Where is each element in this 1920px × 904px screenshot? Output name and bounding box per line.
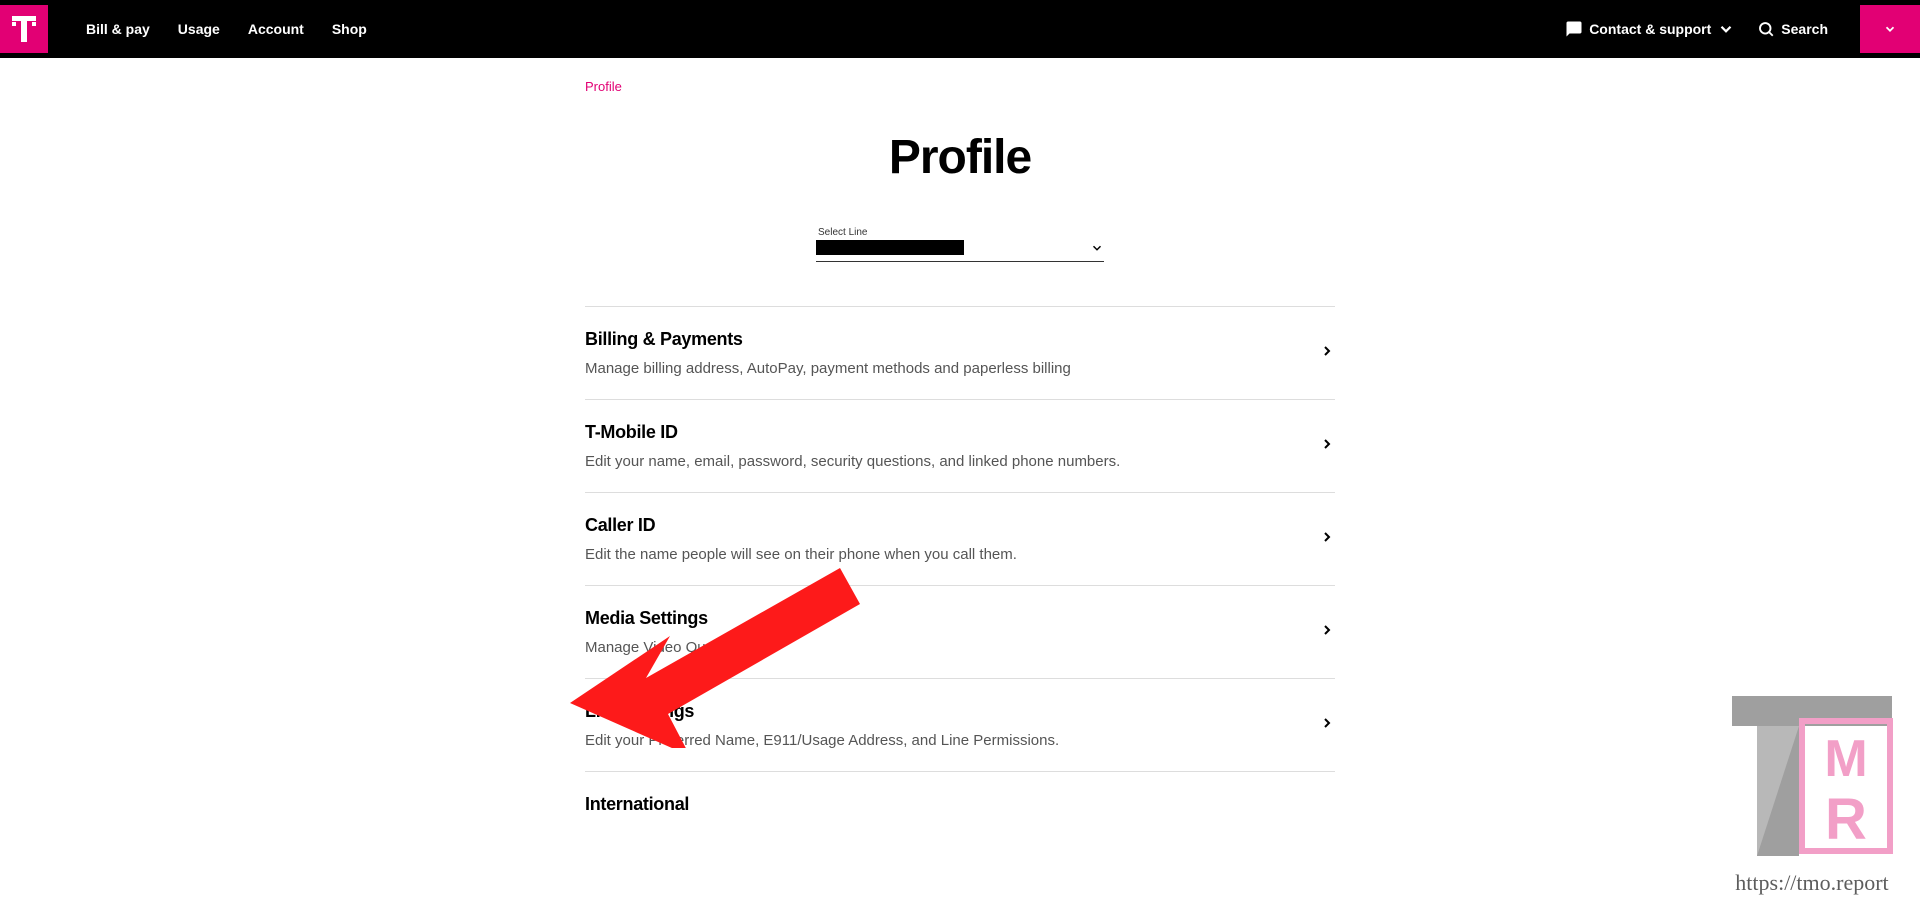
account-menu-button[interactable]	[1860, 5, 1920, 53]
selected-line-value-redacted	[816, 240, 964, 255]
setting-text: Line Settings Edit your Preferred Name, …	[585, 701, 1059, 749]
t-logo-icon	[9, 14, 39, 44]
header-right: Contact & support Search	[1565, 5, 1920, 53]
setting-billing-payments[interactable]: Billing & Payments Manage billing addres…	[585, 306, 1335, 399]
settings-list: Billing & Payments Manage billing addres…	[585, 306, 1335, 847]
setting-text: T-Mobile ID Edit your name, email, passw…	[585, 422, 1120, 470]
select-line-label: Select Line	[818, 227, 1104, 238]
setting-text: International	[585, 794, 689, 825]
nav-links: Bill & pay Usage Account Shop	[86, 21, 367, 37]
setting-title: International	[585, 794, 689, 815]
setting-title: Billing & Payments	[585, 329, 1071, 350]
setting-desc: Manage Video Quality	[585, 639, 732, 656]
chevron-right-icon	[1319, 436, 1335, 457]
contact-label: Contact & support	[1589, 21, 1711, 37]
select-line-dropdown[interactable]	[816, 240, 1104, 262]
setting-text: Media Settings Manage Video Quality	[585, 608, 732, 656]
setting-title: Line Settings	[585, 701, 1059, 722]
setting-title: T-Mobile ID	[585, 422, 1120, 443]
select-line-wrap: Select Line	[816, 227, 1104, 262]
nav-bill-pay[interactable]: Bill & pay	[86, 21, 150, 37]
setting-desc: Manage billing address, AutoPay, payment…	[585, 360, 1071, 377]
setting-international[interactable]: International	[585, 771, 1335, 847]
tmobile-logo[interactable]	[0, 5, 48, 53]
nav-account[interactable]: Account	[248, 21, 304, 37]
chat-icon	[1565, 20, 1583, 38]
setting-title: Media Settings	[585, 608, 732, 629]
chevron-right-icon	[1319, 715, 1335, 736]
main-header: Bill & pay Usage Account Shop Contact & …	[0, 0, 1920, 58]
contact-support-button[interactable]: Contact & support	[1565, 20, 1735, 38]
setting-text: Billing & Payments Manage billing addres…	[585, 329, 1071, 377]
setting-line-settings[interactable]: Line Settings Edit your Preferred Name, …	[585, 678, 1335, 771]
watermark-url: https://tmo.report	[1722, 870, 1902, 896]
page-title: Profile	[0, 130, 1920, 185]
breadcrumb: Profile	[585, 78, 1335, 96]
setting-desc: Edit your name, email, password, securit…	[585, 453, 1120, 470]
search-label: Search	[1781, 21, 1828, 37]
chevron-right-icon	[1319, 622, 1335, 643]
setting-tmobile-id[interactable]: T-Mobile ID Edit your name, email, passw…	[585, 399, 1335, 492]
search-icon	[1757, 20, 1775, 38]
setting-desc: Edit your Preferred Name, E911/Usage Add…	[585, 732, 1059, 749]
chevron-down-icon	[1090, 241, 1104, 255]
setting-text: Caller ID Edit the name people will see …	[585, 515, 1017, 563]
nav-usage[interactable]: Usage	[178, 21, 220, 37]
chevron-right-icon	[1319, 343, 1335, 364]
setting-title: Caller ID	[585, 515, 1017, 536]
setting-desc: Edit the name people will see on their p…	[585, 546, 1017, 563]
breadcrumb-profile[interactable]: Profile	[585, 79, 622, 94]
chevron-right-icon	[1319, 529, 1335, 550]
setting-caller-id[interactable]: Caller ID Edit the name people will see …	[585, 492, 1335, 585]
nav-shop[interactable]: Shop	[332, 21, 367, 37]
search-button[interactable]: Search	[1757, 20, 1828, 38]
chevron-down-icon	[1883, 22, 1897, 36]
setting-media-settings[interactable]: Media Settings Manage Video Quality	[585, 585, 1335, 678]
chevron-down-icon	[1717, 20, 1735, 38]
